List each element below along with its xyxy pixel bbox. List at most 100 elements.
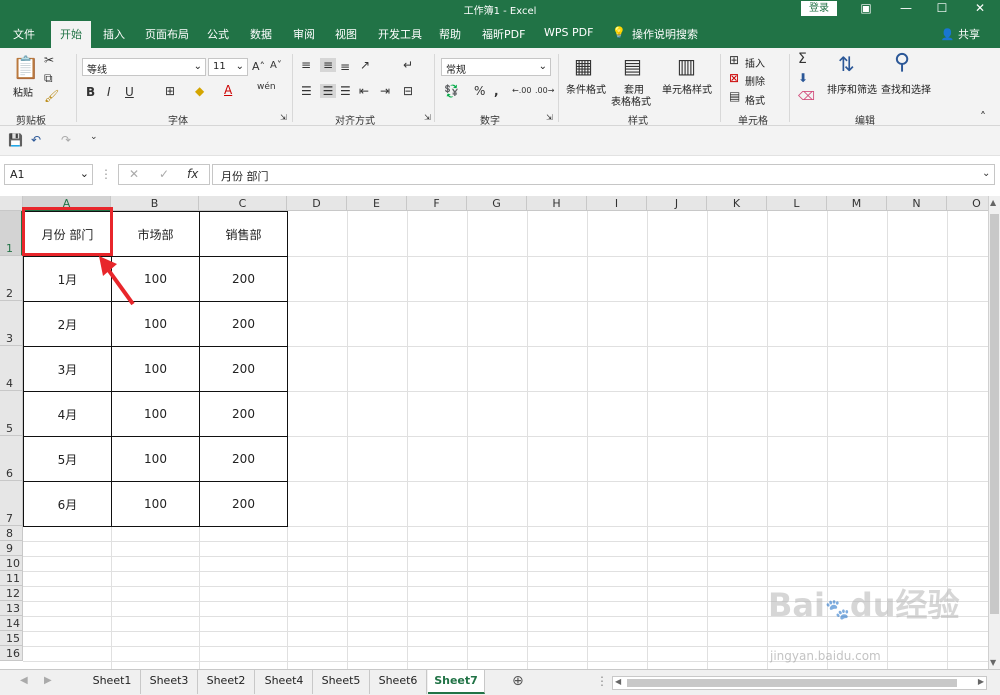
row-header-10[interactable]: 10: [0, 556, 23, 571]
border-icon[interactable]: ⊞: [165, 84, 175, 98]
column-header-d[interactable]: D: [287, 196, 347, 211]
table-cell[interactable]: 6月: [23, 481, 112, 527]
sheet-tab-sheet7[interactable]: Sheet7: [428, 670, 485, 694]
table-cell[interactable]: 200: [199, 256, 288, 302]
row-header-12[interactable]: 12: [0, 586, 23, 601]
tab-home[interactable]: 开始: [51, 21, 91, 48]
table-cell[interactable]: 100: [111, 481, 200, 527]
ribbon-display-icon[interactable]: ▣: [846, 0, 886, 18]
row-header-16[interactable]: 16: [0, 646, 23, 661]
delete-cells-button[interactable]: 删除: [745, 73, 765, 88]
conditional-format-button[interactable]: 条件格式: [566, 81, 606, 96]
font-color-icon[interactable]: A: [224, 83, 232, 97]
wrap-text-icon[interactable]: ↵: [403, 58, 413, 72]
row-header-4[interactable]: 4: [0, 346, 23, 391]
name-box[interactable]: A1 ⌄: [4, 164, 93, 185]
column-header-i[interactable]: I: [587, 196, 647, 211]
sheet-tab-sheet6[interactable]: Sheet6: [370, 670, 427, 694]
column-header-o[interactable]: O: [947, 196, 988, 211]
cell-styles-button[interactable]: 单元格样式: [662, 81, 712, 96]
column-header-m[interactable]: M: [827, 196, 887, 211]
sheet-tab-sheet4[interactable]: Sheet4: [256, 670, 313, 694]
tab-file[interactable]: 文件: [13, 26, 35, 42]
increase-indent-icon[interactable]: ⇥: [380, 84, 390, 98]
tab-data[interactable]: 数据: [250, 26, 272, 42]
sheet-tab-sheet2[interactable]: Sheet2: [198, 670, 255, 694]
table-cell[interactable]: 5月: [23, 436, 112, 482]
dialog-launcher-icon[interactable]: ⇲: [424, 113, 431, 122]
decrease-indent-icon[interactable]: ⇤: [359, 84, 369, 98]
delete-cells-icon[interactable]: ⊠: [729, 71, 739, 85]
tab-split-icon[interactable]: ⋮: [596, 674, 608, 688]
fill-icon[interactable]: ⬇: [798, 71, 808, 85]
conditional-format-icon[interactable]: ▦: [574, 54, 593, 78]
column-header-k[interactable]: K: [707, 196, 767, 211]
table-cell[interactable]: 200: [199, 301, 288, 347]
grow-font-icon[interactable]: A˄: [252, 60, 265, 73]
minimize-icon[interactable]: —: [886, 0, 926, 18]
align-center-icon[interactable]: ☰: [320, 84, 336, 98]
row-header-3[interactable]: 3: [0, 301, 23, 346]
horizontal-scrollbar[interactable]: ◀ ▶: [612, 676, 987, 690]
undo-icon[interactable]: ↶: [31, 133, 41, 147]
sort-filter-icon[interactable]: ⇅: [838, 52, 855, 76]
login-button[interactable]: 登录: [801, 1, 837, 16]
shrink-font-icon[interactable]: A˅: [270, 60, 282, 71]
underline-button[interactable]: U: [125, 85, 134, 99]
sheet-tab-sheet3[interactable]: Sheet3: [141, 670, 198, 694]
decrease-decimal-icon[interactable]: .00→: [535, 86, 554, 95]
share-button[interactable]: 👤 共享: [941, 26, 980, 42]
format-as-table-icon[interactable]: ▤: [623, 54, 642, 78]
merge-center-icon[interactable]: ⊟: [403, 84, 413, 98]
table-cell[interactable]: 100: [111, 436, 200, 482]
tab-wps-pdf[interactable]: WPS PDF: [544, 26, 593, 39]
clear-icon[interactable]: ⌫: [798, 89, 815, 103]
font-size-select[interactable]: 11 ⌄: [208, 58, 248, 76]
save-icon[interactable]: 💾: [8, 133, 23, 147]
column-header-l[interactable]: L: [767, 196, 827, 211]
italic-button[interactable]: I: [107, 85, 111, 99]
table-cell[interactable]: 200: [199, 436, 288, 482]
format-cells-icon[interactable]: ▤: [729, 89, 740, 103]
row-header-13[interactable]: 13: [0, 601, 23, 616]
tab-foxit-pdf[interactable]: 福昕PDF: [482, 26, 525, 42]
column-header-b[interactable]: B: [111, 196, 199, 211]
table-cell[interactable]: 200: [199, 391, 288, 437]
row-header-7[interactable]: 7: [0, 481, 23, 526]
tab-view[interactable]: 视图: [335, 26, 357, 42]
font-name-select[interactable]: 等线 ⌄: [82, 58, 206, 76]
row-header-14[interactable]: 14: [0, 616, 23, 631]
bold-button[interactable]: B: [86, 85, 95, 99]
insert-cells-icon[interactable]: ⊞: [729, 53, 739, 67]
sheet-tab-sheet5[interactable]: Sheet5: [313, 670, 370, 694]
column-header-j[interactable]: J: [647, 196, 707, 211]
format-painter-icon[interactable]: 🖌: [44, 89, 59, 103]
column-header-n[interactable]: N: [887, 196, 947, 211]
insert-cells-button[interactable]: 插入: [745, 55, 765, 70]
table-cell[interactable]: 200: [199, 481, 288, 527]
copy-icon[interactable]: ⧉: [44, 71, 53, 86]
header-cell[interactable]: 市场部: [111, 211, 200, 257]
close-icon[interactable]: ✕: [960, 0, 1000, 18]
orientation-icon[interactable]: ↗: [360, 58, 370, 72]
add-sheet-icon[interactable]: ⊕: [512, 673, 524, 689]
table-cell[interactable]: 200: [199, 346, 288, 392]
number-format-select[interactable]: 常规 ⌄: [441, 58, 551, 76]
column-header-f[interactable]: F: [407, 196, 467, 211]
paste-icon[interactable]: 📋: [12, 56, 39, 81]
prev-sheet-icon[interactable]: ◀: [20, 675, 28, 686]
accounting-format-icon[interactable]: 💱: [444, 84, 459, 98]
worksheet-grid[interactable]: ABCDEFGHIJKLMNO 1 2 3 4 5 6 7 8 9 10 11 12 13 14 15 16 …: [0, 196, 988, 669]
tab-page-layout[interactable]: 页面布局: [145, 26, 189, 42]
row-header-6[interactable]: 6: [0, 436, 23, 481]
row-header-9[interactable]: 9: [0, 541, 23, 556]
tab-developer[interactable]: 开发工具: [378, 26, 422, 42]
select-all-corner[interactable]: [0, 196, 23, 211]
format-cells-button[interactable]: 格式: [745, 92, 765, 107]
insert-function-icon[interactable]: fx: [187, 167, 198, 181]
table-cell[interactable]: 3月: [23, 346, 112, 392]
cut-icon[interactable]: ✂: [44, 53, 54, 67]
table-cell[interactable]: 100: [111, 346, 200, 392]
phonetic-icon[interactable]: wén: [257, 82, 276, 92]
row-header-11[interactable]: 11: [0, 571, 23, 586]
